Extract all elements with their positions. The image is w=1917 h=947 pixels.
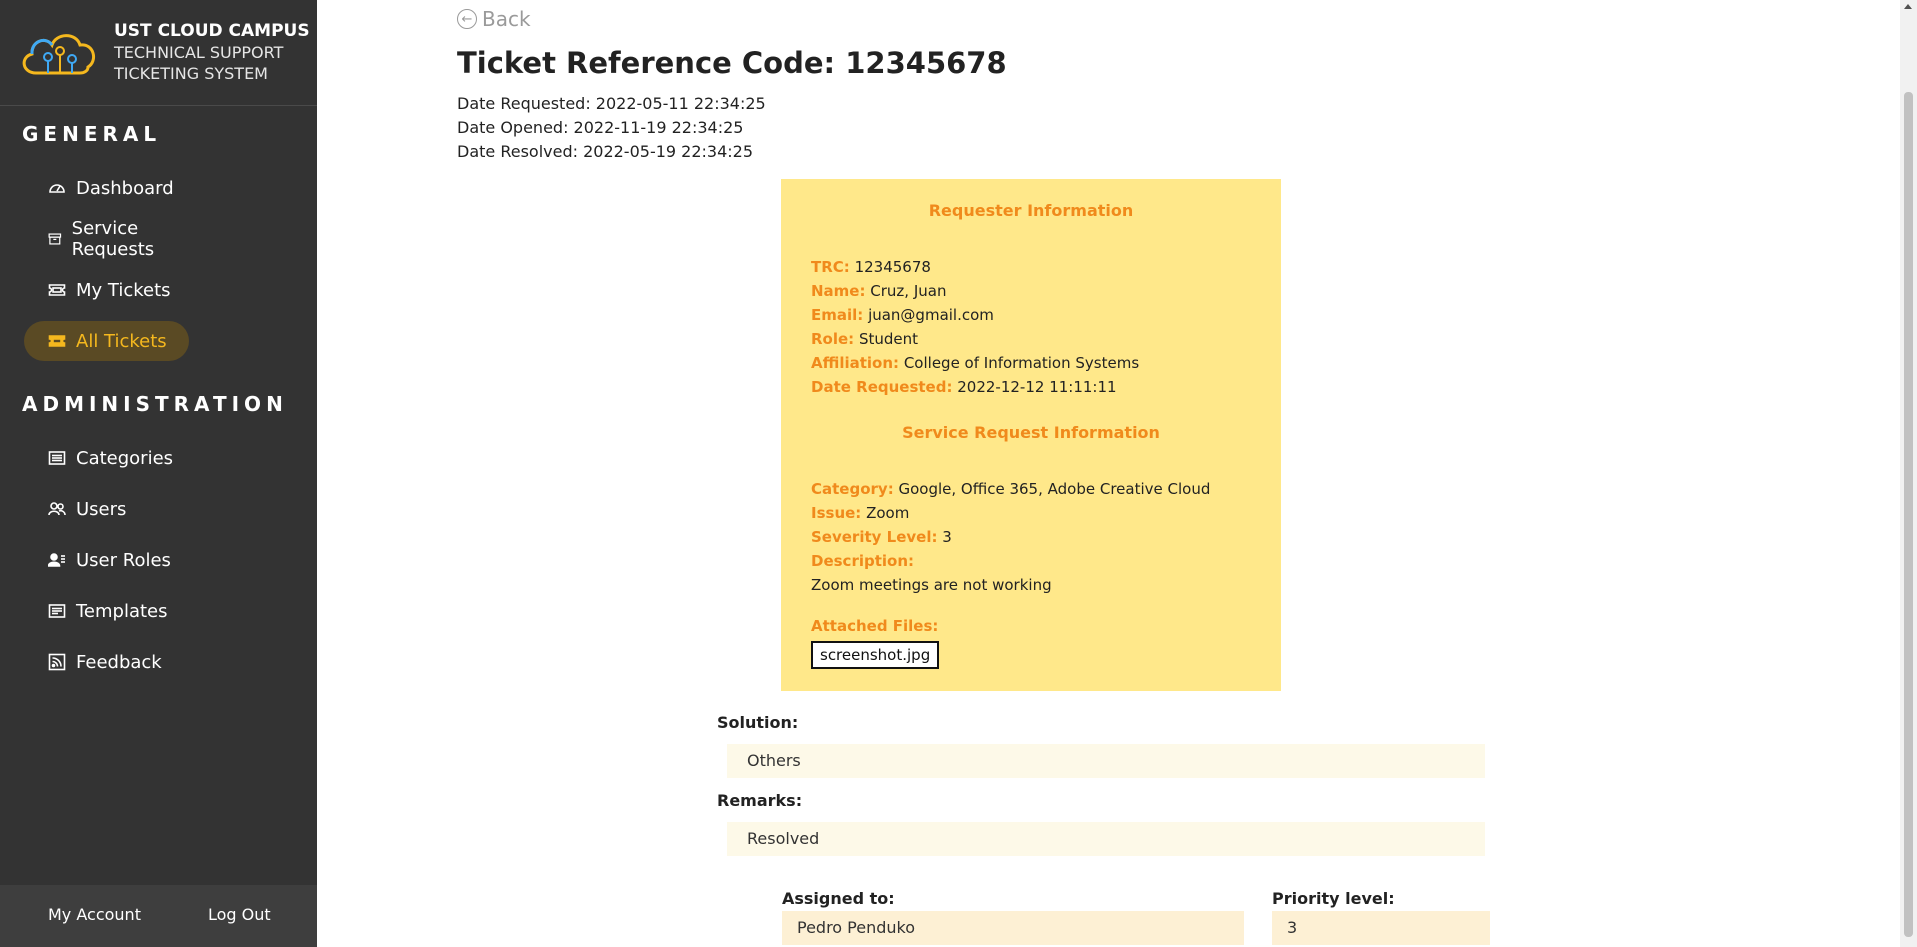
sidebar-item-label: My Tickets <box>76 279 171 301</box>
affiliation-value: College of Information Systems <box>903 354 1140 372</box>
sidebar-item-label: Users <box>76 498 127 520</box>
dashboard-icon <box>49 184 65 193</box>
date-resolved: Date Resolved: 2022-05-19 22:34:25 <box>457 142 754 161</box>
assigned-to-field[interactable]: Pedro Penduko <box>782 911 1244 945</box>
requester-info-heading: Requester Information <box>928 201 1134 220</box>
sidebar-item-label: Templates <box>76 600 168 622</box>
nav-administration: Categories Users User Roles Templates Fe… <box>24 438 189 693</box>
back-button[interactable]: ← Back <box>457 7 531 31</box>
list-icon <box>48 451 66 465</box>
brand: UST CLOUD CAMPUS TECHNICAL SUPPORT TICKE… <box>0 0 317 106</box>
remarks-field[interactable]: Resolved <box>727 822 1485 856</box>
sidebar: UST CLOUD CAMPUS TECHNICAL SUPPORT TICKE… <box>0 0 317 947</box>
sidebar-item-users[interactable]: Users <box>24 489 189 529</box>
sidebar-item-templates[interactable]: Templates <box>24 591 189 631</box>
role-label: Role: <box>811 330 855 348</box>
service-request-fields: Category: Google, Office 365, Adobe Crea… <box>811 477 1210 597</box>
email-value: juan@gmail.com <box>868 306 994 324</box>
sidebar-item-all-tickets[interactable]: All Tickets <box>24 321 189 361</box>
attached-files-label: Attached Files: <box>811 617 939 635</box>
my-account-link[interactable]: My Account <box>48 905 141 924</box>
priority-level-field[interactable]: 3 <box>1272 911 1490 945</box>
severity-label: Severity Level: <box>811 528 938 546</box>
section-title-administration: ADMINISTRATION <box>22 392 288 416</box>
issue-label: Issue: <box>811 504 862 522</box>
sidebar-item-feedback[interactable]: Feedback <box>24 642 189 682</box>
assigned-to-label: Assigned to: <box>782 889 895 908</box>
nav-general: Dashboard Service Requests My Tickets Al… <box>24 168 189 372</box>
sidebar-item-label: Categories <box>76 447 174 469</box>
back-label: Back <box>482 7 531 31</box>
requester-fields: TRC: 12345678 Name: Cruz, Juan Email: ju… <box>811 255 1139 399</box>
scroll-up-arrow-icon[interactable] <box>1904 4 1912 9</box>
cloud-logo-icon <box>22 33 96 74</box>
vertical-scrollbar[interactable] <box>1900 0 1917 947</box>
log-out-link[interactable]: Log Out <box>208 905 271 924</box>
email-label: Email: <box>811 306 864 324</box>
date-requested: Date Requested: 2022-05-11 22:34:25 <box>457 94 766 113</box>
page-title: Ticket Reference Code: 12345678 <box>457 46 1007 80</box>
description-label: Description: <box>811 552 915 570</box>
name-value: Cruz, Juan <box>870 282 947 300</box>
trc-value: 12345678 <box>854 258 931 276</box>
description-value: Zoom meetings are not working <box>811 576 1052 594</box>
archive-icon <box>48 233 62 245</box>
remarks-label: Remarks: <box>717 791 803 810</box>
user-roles-icon <box>48 553 65 567</box>
brand-subtitle-1: TECHNICAL SUPPORT <box>114 43 284 62</box>
date-opened: Date Opened: 2022-11-19 22:34:25 <box>457 118 744 137</box>
priority-level-label: Priority level: <box>1272 889 1395 908</box>
arrow-left-icon: ← <box>457 9 477 29</box>
brand-title: UST CLOUD CAMPUS <box>114 21 310 41</box>
attached-file-button[interactable]: screenshot.jpg <box>811 641 940 669</box>
template-icon <box>48 604 66 618</box>
severity-value: 3 <box>942 528 952 546</box>
requester-date-label: Date Requested: <box>811 378 953 396</box>
category-label: Category: <box>811 480 894 498</box>
ticket-dates: Date Requested: 2022-05-11 22:34:25 Date… <box>457 92 766 164</box>
users-icon <box>48 502 66 516</box>
tickets-filled-icon <box>48 335 66 347</box>
ticket-icon <box>48 284 66 296</box>
sidebar-item-label: User Roles <box>76 549 171 571</box>
sidebar-item-label: Dashboard <box>76 177 174 199</box>
sidebar-item-label: Feedback <box>76 651 162 673</box>
requester-date-value: 2022-12-12 11:11:11 <box>957 378 1117 396</box>
sidebar-item-categories[interactable]: Categories <box>24 438 189 478</box>
solution-field[interactable]: Others <box>727 744 1485 778</box>
sidebar-item-label: Service Requests <box>71 218 155 260</box>
solution-label: Solution: <box>717 713 799 732</box>
sidebar-item-label: All Tickets <box>76 330 167 352</box>
sidebar-item-service-requests[interactable]: Service Requests <box>24 218 189 260</box>
issue-value: Zoom <box>866 504 910 522</box>
sidebar-footer: My Account Log Out <box>0 885 317 947</box>
scroll-thumb[interactable] <box>1904 92 1913 937</box>
role-value: Student <box>858 330 919 348</box>
name-label: Name: <box>811 282 866 300</box>
service-request-info-heading: Service Request Information <box>902 423 1160 442</box>
rss-icon <box>48 653 66 671</box>
brand-subtitle-2: TICKETING SYSTEM <box>114 64 268 83</box>
main-content: ← Back Ticket Reference Code: 12345678 D… <box>317 0 1900 947</box>
section-title-general: GENERAL <box>22 122 162 146</box>
ticket-info-card: Requester Information TRC: 12345678 Name… <box>781 179 1281 691</box>
trc-label: TRC: <box>811 258 850 276</box>
sidebar-item-dashboard[interactable]: Dashboard <box>24 168 189 208</box>
affiliation-label: Affiliation: <box>811 354 900 372</box>
category-value: Google, Office 365, Adobe Creative Cloud <box>898 480 1211 498</box>
sidebar-item-user-roles[interactable]: User Roles <box>24 540 189 580</box>
sidebar-item-my-tickets[interactable]: My Tickets <box>24 270 189 310</box>
